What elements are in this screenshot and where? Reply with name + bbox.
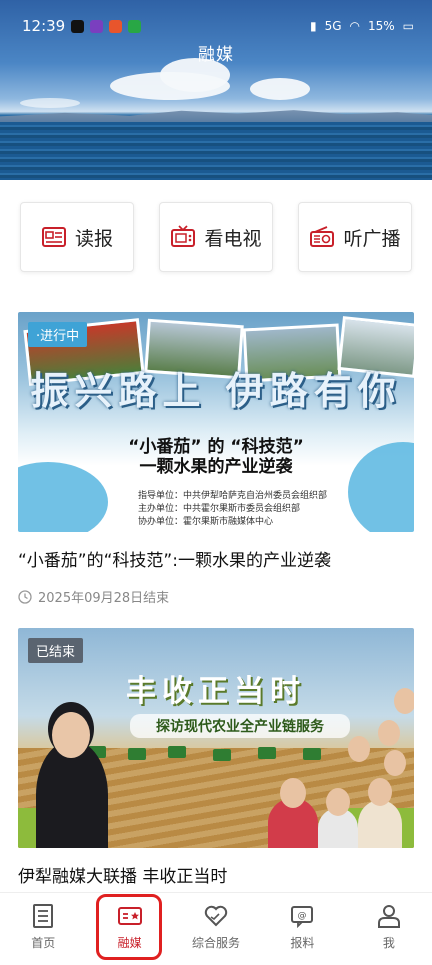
tractor (303, 748, 321, 760)
card-meta: 2025年09月28日结束 (18, 587, 414, 606)
read-newspaper-label: 读报 (74, 227, 113, 250)
nav-media[interactable]: 融媒 (86, 893, 172, 965)
svg-text:@: @ (298, 911, 307, 921)
wifi-icon: ◠ (349, 19, 360, 33)
status-bar: 12:39 ▮ 5G ◠ 15% ▭ (22, 14, 414, 38)
reporter-head (348, 736, 370, 762)
nav-home-label: 首页 (31, 936, 56, 950)
cloud (20, 98, 80, 108)
lake (0, 122, 432, 180)
end-date: 2025年09月28日结束 (38, 591, 170, 606)
app-icon (128, 19, 142, 33)
reporter-head (326, 788, 350, 816)
status-time: 12:39 (22, 17, 66, 35)
cloud (250, 78, 310, 100)
report-icon: @ (291, 906, 314, 929)
card-banner: ·进行中 振兴路上 伊路有你 “小番茄” 的 “科技范” 一颗水果的产业逆袭 指… (18, 312, 414, 532)
nav-media-label: 融媒 (117, 936, 142, 950)
nav-services-label: 综合服务 (192, 936, 241, 950)
nav-report[interactable]: @ 报料 (259, 893, 345, 965)
mountains (0, 110, 432, 122)
vibrate-icon: ▮ (309, 19, 317, 33)
user-icon (377, 905, 400, 928)
activity-card[interactable]: ·进行中 振兴路上 伊路有你 “小番茄” 的 “科技范” 一颗水果的产业逆袭 指… (18, 312, 414, 606)
banner-subtitle: 一颗水果的产业逆袭 (139, 457, 293, 477)
header-banner: 12:39 ▮ 5G ◠ 15% ▭ 融媒 (0, 0, 432, 180)
newspaper-icon (41, 227, 66, 247)
nav-services[interactable]: 综合服务 (173, 893, 259, 965)
banner-org: 主办单位：中共霍尔果斯市委员会组织部 (138, 504, 301, 514)
app-icon (109, 19, 123, 33)
host-head (52, 712, 90, 758)
status-badge: 已结束 (28, 638, 84, 663)
quick-links: 读报 看电视 听广播 (20, 202, 412, 272)
reporter-head (280, 778, 306, 808)
reporter-head (378, 720, 400, 746)
card-title: 伊犁融媒大联播 丰收正当时 (18, 867, 228, 887)
heart-service-icon (204, 905, 228, 927)
radio-icon (310, 226, 335, 247)
clock-icon (18, 589, 32, 604)
listen-radio-label: 听广播 (343, 227, 401, 250)
card-title: “小番茄”的“科技范”:一颗水果的产业逆袭 (18, 551, 331, 571)
bottom-nav: 首页 融媒 综合服务 @ 报料 我 (0, 892, 432, 965)
banner-headline: 振兴路上 伊路有你 (30, 369, 402, 413)
watch-tv-label: 看电视 (204, 227, 262, 250)
status-badge: ·进行中 (28, 322, 88, 347)
battery-text: 15% (367, 19, 395, 33)
listen-radio-button[interactable]: 听广播 (298, 202, 412, 272)
page-title: 融媒 (198, 45, 234, 65)
tv-icon (171, 225, 196, 247)
banner-subtitle: 探访现代农业全产业链服务 (130, 714, 350, 738)
banner-org: 协办单位：霍尔果斯市融媒体中心 (138, 517, 274, 527)
home-doc-icon (33, 904, 54, 928)
reporter-head (368, 778, 392, 806)
nav-me[interactable]: 我 (346, 893, 432, 965)
tractor (258, 747, 276, 759)
watch-tv-button[interactable]: 看电视 (159, 202, 273, 272)
tractor (213, 749, 231, 761)
read-newspaper-button[interactable]: 读报 (20, 202, 134, 272)
tiktok-icon (71, 19, 85, 33)
activity-card[interactable]: 已结束 丰收正当时 探访现代农业全产业链服务 伊犁融媒大联播 丰收正当时 (18, 628, 414, 887)
banner-org: 指导单位：中共伊犁哈萨克自治州委员会组织部 (138, 491, 328, 501)
reporter-figure (358, 800, 402, 848)
nav-report-label: 报料 (290, 936, 315, 950)
nav-me-label: 我 (382, 936, 395, 950)
card-banner: 已结束 丰收正当时 探访现代农业全产业链服务 (18, 628, 414, 848)
nav-home[interactable]: 首页 (0, 893, 86, 965)
banner-headline: 丰收正当时 (126, 674, 306, 709)
tractor (168, 746, 186, 758)
app-icon (90, 19, 104, 33)
reporter-head (384, 750, 406, 776)
battery-icon: ▭ (402, 19, 414, 33)
network-label: 5G (324, 19, 342, 33)
media-icon (117, 907, 142, 925)
tractor (128, 748, 146, 760)
